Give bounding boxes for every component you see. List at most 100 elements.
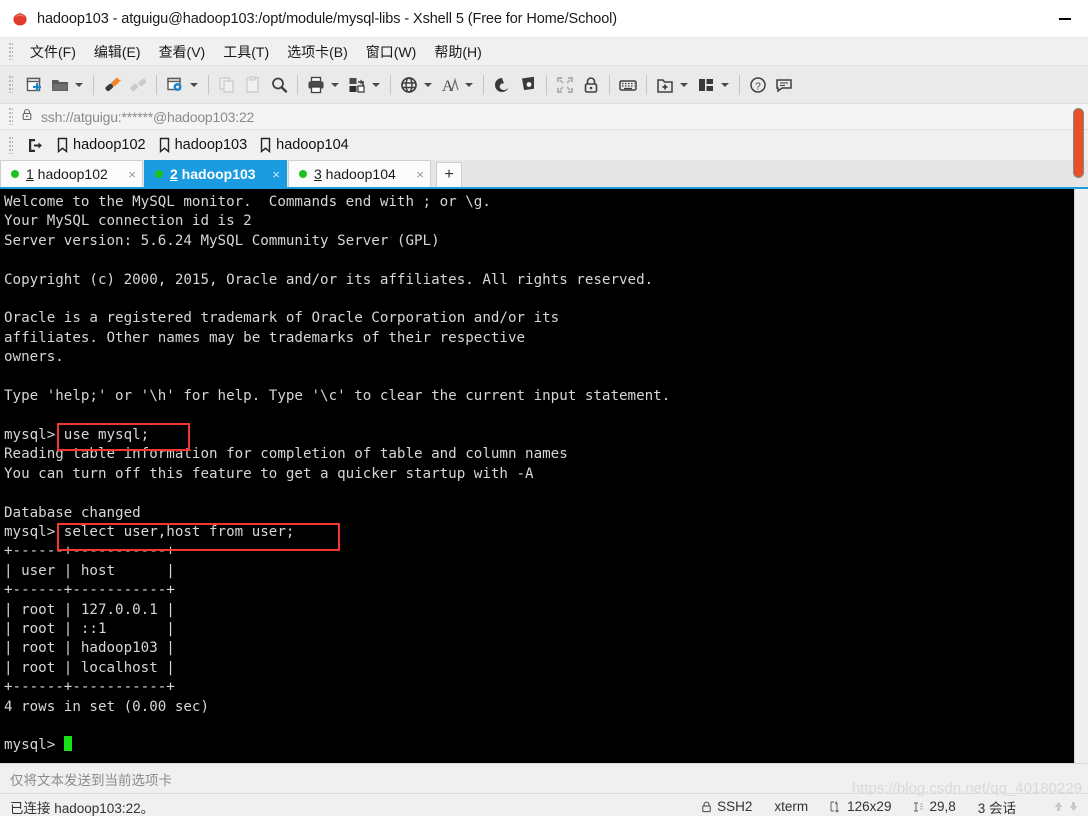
terminal-scrollbar[interactable] — [1074, 189, 1088, 763]
tab-hadoop103[interactable]: 2 hadoop103 × — [144, 160, 287, 187]
toolbar-separator — [483, 74, 484, 95]
terminal-line: affiliates. Other names may be trademark… — [4, 329, 526, 346]
menu-grip[interactable] — [9, 43, 13, 60]
file-transfer-button[interactable] — [344, 70, 370, 100]
terminal-line: Reading table information for completion… — [4, 446, 568, 463]
terminal-line: You can turn off this feature to get a q… — [4, 465, 534, 482]
tab-status-icon — [155, 170, 163, 178]
print-dropdown-icon[interactable] — [331, 82, 339, 87]
tab-number: 1 — [26, 166, 34, 182]
menu-file[interactable]: 文件(F) — [21, 39, 85, 65]
tab-close-icon[interactable]: × — [406, 168, 424, 181]
toolbar-grip[interactable] — [9, 76, 13, 93]
window-title: hadoop103 - atguigu@hadoop103:/opt/modul… — [37, 10, 618, 27]
minimize-button[interactable] — [1042, 0, 1088, 37]
compose-bar-button[interactable] — [615, 70, 641, 100]
properties-dropdown-icon[interactable] — [190, 82, 198, 87]
terminal-cursor — [63, 736, 72, 752]
help-button[interactable]: ? — [745, 70, 771, 100]
bookmark-hadoop104[interactable]: hadoop104 — [253, 130, 355, 160]
tab-status-icon — [299, 170, 307, 178]
globe-encoding-icon — [401, 76, 417, 93]
file-transfer-dropdown-icon[interactable] — [372, 82, 380, 87]
terminal-line: mysql> use mysql; — [4, 426, 150, 443]
svg-text:A: A — [442, 78, 454, 95]
font-dropdown-icon[interactable] — [465, 82, 473, 87]
tab-number: 3 — [314, 166, 322, 182]
layout-dropdown-icon[interactable] — [721, 82, 729, 87]
log-button[interactable] — [489, 70, 515, 100]
font-button[interactable]: A — [437, 70, 463, 100]
tab-close-icon[interactable]: × — [118, 168, 136, 181]
quick-connect-bar: ssh://atguigu:******@hadoop103:22 — [0, 104, 1088, 130]
bookmark-label: hadoop102 — [73, 137, 146, 153]
menu-tabs[interactable]: 选项卡(B) — [278, 39, 357, 65]
new-tab-button[interactable]: + — [436, 162, 462, 187]
find-icon — [272, 77, 288, 93]
tab-label: 2 hadoop103 — [170, 166, 256, 182]
bookmark-hadoop102[interactable]: hadoop102 — [50, 130, 152, 160]
chat-button[interactable] — [771, 70, 797, 100]
toolbar-separator — [390, 74, 391, 95]
new-tab-icon — [29, 138, 42, 152]
addressbar-grip[interactable] — [9, 108, 13, 125]
bookmark-icon — [57, 137, 68, 153]
connect-icon — [105, 76, 121, 91]
menu-help[interactable]: 帮助(H) — [425, 39, 490, 65]
tab-hadoop104[interactable]: 3 hadoop104 × — [288, 160, 431, 187]
connect-button[interactable] — [99, 70, 125, 100]
cursor-icon — [914, 802, 924, 811]
new-tab-button[interactable] — [21, 130, 50, 160]
disconnect-icon — [130, 78, 147, 91]
new-pane-button[interactable] — [652, 70, 678, 100]
paste-button[interactable] — [240, 70, 266, 100]
toolbar-separator — [156, 74, 157, 95]
open-folder-icon — [52, 79, 69, 91]
toolbar-scroll-thumb[interactable] — [1073, 108, 1084, 178]
tab-name: hadoop103 — [177, 166, 256, 182]
screen-capture-button[interactable] — [515, 70, 541, 100]
open-session-button[interactable] — [47, 70, 73, 100]
terminal-line: owners. — [4, 349, 64, 366]
open-session-dropdown-icon[interactable] — [75, 82, 83, 87]
disconnect-button[interactable] — [125, 70, 151, 100]
copy-button[interactable] — [214, 70, 240, 100]
toolbar-separator — [208, 74, 209, 95]
menu-window[interactable]: 窗口(W) — [357, 39, 426, 65]
toolbar-separator — [646, 74, 647, 95]
terminal-line: | user | host | — [4, 562, 175, 579]
fullscreen-button[interactable] — [552, 70, 578, 100]
bookmark-icon — [260, 137, 271, 153]
encoding-dropdown-icon[interactable] — [424, 82, 432, 87]
properties-button[interactable] — [162, 70, 188, 100]
bookmark-hadoop103[interactable]: hadoop103 — [152, 130, 254, 160]
new-session-button[interactable] — [21, 70, 47, 100]
bookmarkbar-grip[interactable] — [9, 136, 13, 154]
menu-view[interactable]: 查看(V) — [150, 39, 215, 65]
new-session-icon — [26, 77, 41, 91]
print-button[interactable] — [303, 70, 329, 100]
new-pane-dropdown-icon[interactable] — [680, 82, 688, 87]
tab-status-icon — [11, 170, 19, 178]
font-icon: A — [442, 77, 459, 95]
arrange-layout-button[interactable] — [693, 70, 719, 100]
tab-close-icon[interactable]: × — [262, 168, 280, 181]
layout-icon — [699, 78, 713, 91]
toolbar-separator — [609, 74, 610, 95]
log-icon — [495, 77, 509, 92]
encoding-button[interactable] — [396, 70, 422, 100]
menu-edit[interactable]: 编辑(E) — [85, 39, 150, 65]
compose-bar[interactable]: 仅将文本发送到当前选项卡 — [0, 763, 1088, 793]
lock-button[interactable] — [578, 70, 604, 100]
terminal-screen[interactable]: Welcome to the MySQL monitor. Commands e… — [0, 189, 1088, 763]
fullscreen-icon — [557, 76, 573, 93]
status-scroll-arrows[interactable] — [1052, 800, 1080, 813]
tab-hadoop102[interactable]: 1 hadoop102 × — [0, 160, 143, 187]
address-input[interactable]: ssh://atguigu:******@hadoop103:22 — [41, 109, 254, 125]
tab-label: 1 hadoop102 — [26, 166, 108, 182]
menu-tools[interactable]: 工具(T) — [214, 39, 278, 65]
find-button[interactable] — [266, 70, 292, 100]
file-transfer-icon — [349, 77, 365, 93]
